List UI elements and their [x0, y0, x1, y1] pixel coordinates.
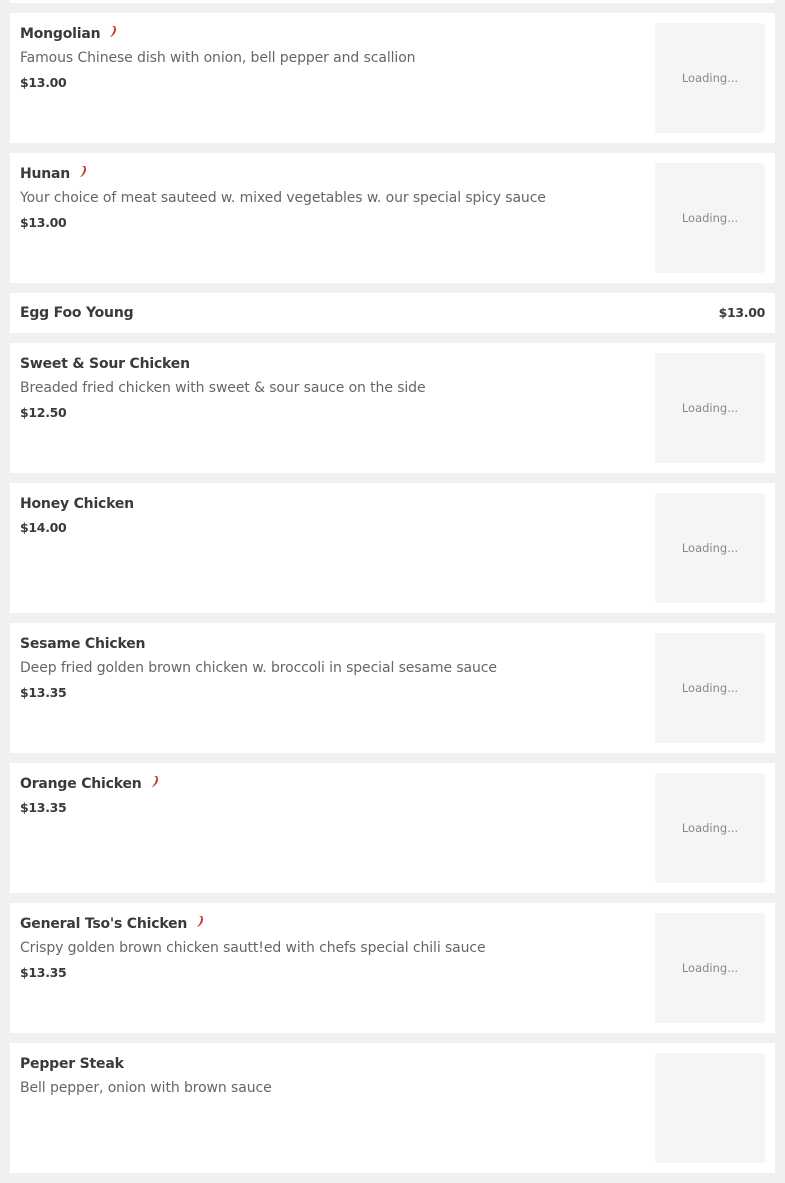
item-title-row: Hunan [20, 164, 87, 184]
item-price: $13.35 [20, 965, 67, 980]
item-image-placeholder: Loading... [655, 163, 765, 273]
item-price: $13.00 [718, 305, 766, 320]
menu-item-card[interactable]: Sweet & Sour Chicken Breaded fried chick… [10, 343, 775, 473]
chili-pepper-icon [151, 776, 158, 787]
item-image-placeholder: Loading... [655, 773, 765, 883]
item-title-row: Pepper Steak [20, 1054, 124, 1074]
menu-item-list: Mongolian Famous Chinese dish with onion… [10, 13, 775, 1183]
item-name: Hunan [20, 166, 71, 182]
item-name: Pepper Steak [20, 1056, 124, 1072]
item-title-row: Mongolian [20, 24, 117, 44]
item-description: Deep fried golden brown chicken w. brocc… [20, 660, 497, 676]
image-loading-text: Loading... [681, 71, 739, 85]
menu-item-card[interactable]: Hunan Your choice of meat sauteed w. mix… [10, 153, 775, 283]
item-description: Famous Chinese dish with onion, bell pep… [20, 50, 416, 66]
image-loading-text: Loading... [681, 821, 739, 835]
item-image-placeholder: Loading... [655, 913, 765, 1023]
image-loading-text: Loading... [681, 681, 739, 695]
menu-item-card[interactable]: Orange Chicken $13.35 Loading... [10, 763, 775, 893]
item-title-row: Orange Chicken [20, 774, 159, 794]
item-name: General Tso's Chicken [20, 916, 188, 932]
item-image-placeholder [655, 1053, 765, 1163]
menu-item-card[interactable]: Pepper Steak Bell pepper, onion with bro… [10, 1043, 775, 1173]
item-title-row: Sweet & Sour Chicken [20, 354, 190, 374]
item-price: $13.35 [20, 685, 67, 700]
chili-pepper-icon [110, 26, 117, 37]
item-description: Bell pepper, onion with brown sauce [20, 1080, 272, 1096]
menu-item-card[interactable]: General Tso's Chicken Crispy golden brow… [10, 903, 775, 1033]
item-image-placeholder: Loading... [655, 633, 765, 743]
item-title-row: Honey Chicken [20, 494, 134, 514]
item-title-row: Egg Foo Young [20, 303, 134, 323]
menu-item-card[interactable]: Honey Chicken $14.00 Loading... [10, 483, 775, 613]
item-price: $13.00 [20, 75, 67, 90]
item-name: Sesame Chicken [20, 636, 146, 652]
item-description: Crispy golden brown chicken sautt!ed wit… [20, 940, 486, 956]
item-image-placeholder: Loading... [655, 23, 765, 133]
item-title-row: Sesame Chicken [20, 634, 145, 654]
image-loading-text: Loading... [681, 961, 739, 975]
item-price: $12.50 [20, 405, 67, 420]
item-title-row: General Tso's Chicken [20, 914, 204, 934]
item-image-placeholder: Loading... [655, 493, 765, 603]
item-description: Your choice of meat sauteed w. mixed veg… [20, 190, 546, 206]
item-name: Orange Chicken [20, 776, 142, 792]
menu-item-card[interactable]: Egg Foo Young $13.00 [10, 293, 775, 333]
menu-item-card[interactable]: Mongolian Famous Chinese dish with onion… [10, 13, 775, 143]
image-loading-text: Loading... [681, 541, 739, 555]
image-loading-text: Loading... [681, 401, 739, 415]
item-price: $14.00 [20, 520, 67, 535]
item-name: Mongolian [20, 26, 101, 42]
item-image-placeholder: Loading... [655, 353, 765, 463]
chili-pepper-icon [80, 166, 87, 177]
item-name: Sweet & Sour Chicken [20, 356, 190, 372]
image-loading-text: Loading... [681, 211, 739, 225]
chili-pepper-icon [197, 916, 204, 927]
menu-item-card[interactable]: Sesame Chicken Deep fried golden brown c… [10, 623, 775, 753]
item-price: $13.00 [20, 215, 67, 230]
item-name: Egg Foo Young [20, 305, 134, 321]
item-name: Honey Chicken [20, 496, 134, 512]
previous-card-edge [10, 0, 775, 3]
item-price: $13.35 [20, 800, 67, 815]
item-description: Breaded fried chicken with sweet & sour … [20, 380, 426, 396]
